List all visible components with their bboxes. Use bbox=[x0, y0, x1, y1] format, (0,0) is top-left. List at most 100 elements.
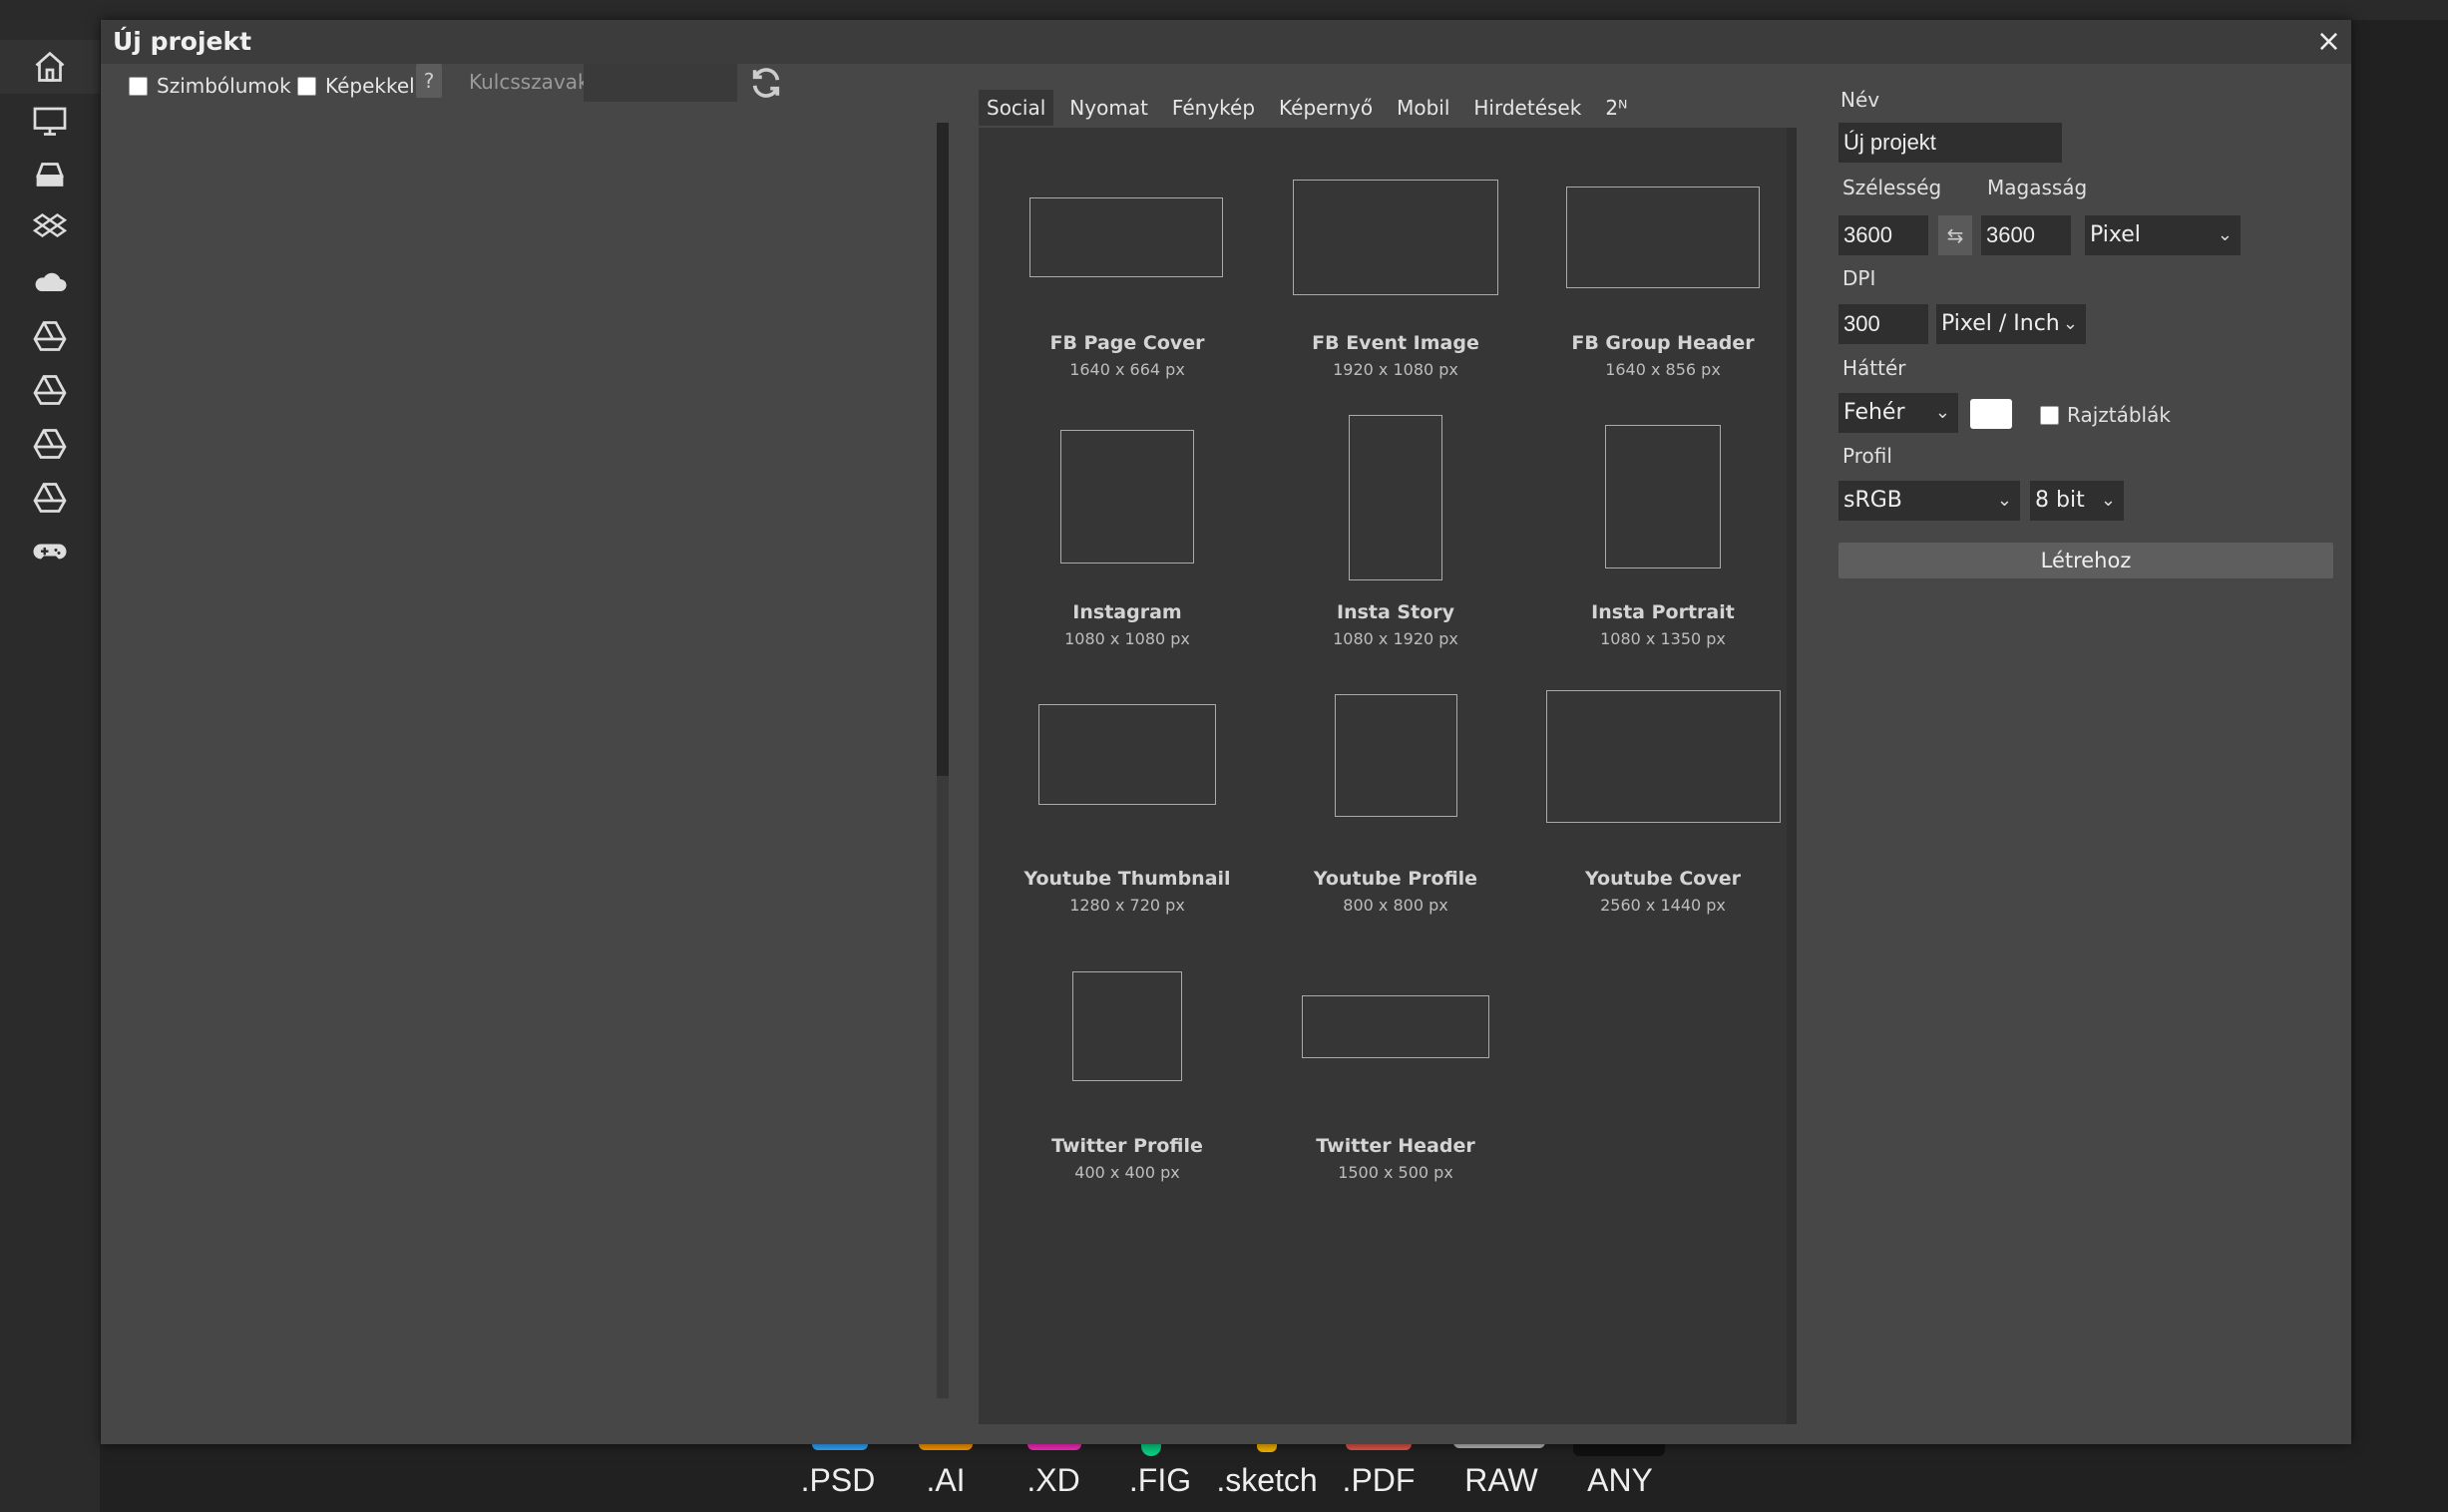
preset-name: Youtube Thumbnail bbox=[1023, 868, 1231, 890]
preset-grid-scrollbar[interactable] bbox=[1787, 128, 1797, 1424]
monitor-icon[interactable] bbox=[0, 94, 100, 148]
preset-frame bbox=[1029, 197, 1223, 277]
symbols-checkbox[interactable]: Szimbólumok bbox=[129, 74, 291, 98]
bit-depth-value: 8 bit bbox=[2035, 488, 2085, 513]
unit-select[interactable]: Pixel ⌄ bbox=[2085, 215, 2241, 255]
artboards-label: Rajztáblák bbox=[2067, 403, 2171, 427]
format-label: .PDF bbox=[1342, 1462, 1416, 1498]
tab-print[interactable]: Nyomat bbox=[1061, 90, 1156, 126]
file-format-strip: .PSD .AI .XD .FIG .sketch .PDF RAW ANY bbox=[0, 1442, 2448, 1512]
preset-frame bbox=[1335, 694, 1457, 817]
close-icon[interactable]: × bbox=[2316, 24, 2341, 59]
unit-value: Pixel bbox=[2090, 222, 2141, 247]
tab-mobile[interactable]: Mobil bbox=[1389, 90, 1457, 126]
format-label: ANY bbox=[1587, 1462, 1653, 1498]
preset-frame bbox=[1072, 971, 1182, 1081]
preset-twitter-header[interactable]: Twitter Header 1500 x 500 px bbox=[1262, 932, 1529, 1191]
google-drive-icon[interactable] bbox=[0, 417, 100, 471]
format-label: .FIG bbox=[1128, 1462, 1192, 1498]
artboards-checkbox[interactable]: Rajztáblák bbox=[2040, 403, 2171, 427]
chevron-down-icon: ⌄ bbox=[2100, 490, 2116, 511]
background-label: Háttér bbox=[1842, 356, 1906, 380]
profile-value: sRGB bbox=[1843, 488, 1902, 513]
background-select[interactable]: Fehér ⌄ bbox=[1838, 393, 1958, 433]
format-label: .sketch bbox=[1216, 1462, 1318, 1498]
preset-insta-story[interactable]: Insta Story 1080 x 1920 px bbox=[1262, 397, 1529, 656]
google-drive-icon[interactable] bbox=[0, 363, 100, 417]
chevron-down-icon: ⌄ bbox=[2062, 313, 2078, 334]
refresh-icon[interactable] bbox=[749, 66, 783, 100]
preset-name: Insta Story bbox=[1337, 601, 1454, 623]
height-input[interactable] bbox=[1981, 215, 2071, 255]
tab-screen[interactable]: Képernyő bbox=[1271, 90, 1381, 126]
preset-youtube-thumbnail[interactable]: Youtube Thumbnail 1280 x 720 px bbox=[994, 664, 1261, 924]
checkbox-box[interactable] bbox=[297, 76, 316, 96]
preset-name: FB Page Cover bbox=[1049, 332, 1205, 354]
google-drive-icon[interactable] bbox=[0, 471, 100, 525]
create-button[interactable]: Létrehoz bbox=[1838, 543, 2333, 578]
keywords-label: Kulcsszavak: bbox=[469, 70, 597, 94]
drive-icon[interactable] bbox=[0, 148, 100, 201]
preset-size: 1080 x 1080 px bbox=[1064, 629, 1190, 648]
swap-dimensions-button[interactable]: ⇆ bbox=[1938, 215, 1972, 255]
help-button[interactable]: ? bbox=[416, 64, 442, 98]
keywords-input[interactable] bbox=[584, 64, 737, 102]
preset-name: Twitter Header bbox=[1316, 1135, 1475, 1157]
onedrive-icon[interactable] bbox=[0, 255, 100, 309]
preset-name: Youtube Cover bbox=[1585, 868, 1741, 890]
preset-size: 1920 x 1080 px bbox=[1333, 360, 1458, 379]
checkbox-box[interactable] bbox=[2040, 405, 2059, 425]
background-color-swatch[interactable] bbox=[1970, 399, 2012, 429]
chevron-down-icon: ⌄ bbox=[2217, 224, 2233, 245]
name-label: Név bbox=[1840, 88, 1880, 112]
chevron-down-icon: ⌄ bbox=[1996, 490, 2012, 511]
with-images-checkbox[interactable]: Képekkel bbox=[297, 74, 415, 98]
preset-instagram[interactable]: Instagram 1080 x 1080 px bbox=[994, 397, 1261, 656]
with-images-label: Képekkel bbox=[325, 74, 415, 98]
preset-frame bbox=[1293, 180, 1498, 295]
scrollbar-thumb[interactable] bbox=[937, 123, 949, 776]
dpi-input[interactable] bbox=[1838, 304, 1928, 344]
template-list-scrollbar[interactable] bbox=[937, 123, 949, 1398]
tab-photo[interactable]: Fénykép bbox=[1164, 90, 1263, 126]
fig-logo-mark bbox=[1141, 1442, 1161, 1456]
preset-insta-portrait[interactable]: Insta Portrait 1080 x 1350 px bbox=[1529, 397, 1797, 656]
preset-size: 1080 x 1350 px bbox=[1600, 629, 1726, 648]
home-icon[interactable] bbox=[0, 40, 100, 94]
preset-name: Insta Portrait bbox=[1591, 601, 1735, 623]
preset-youtube-cover[interactable]: Youtube Cover 2560 x 1440 px bbox=[1529, 664, 1797, 924]
preset-fb-event-image[interactable]: FB Event Image 1920 x 1080 px bbox=[1262, 128, 1529, 387]
checkbox-box[interactable] bbox=[129, 76, 148, 96]
tab-power-of-two[interactable]: 2ᴺ bbox=[1597, 90, 1635, 126]
profile-select[interactable]: sRGB ⌄ bbox=[1838, 481, 2020, 521]
gamepad-icon[interactable] bbox=[0, 525, 100, 578]
preset-size: 400 x 400 px bbox=[1074, 1163, 1180, 1182]
preset-frame bbox=[1566, 187, 1760, 288]
format-label: .PSD bbox=[800, 1462, 876, 1498]
tab-ads[interactable]: Hirdetések bbox=[1465, 90, 1589, 126]
google-drive-icon[interactable] bbox=[0, 309, 100, 363]
preset-name: FB Event Image bbox=[1312, 332, 1479, 354]
tab-social[interactable]: Social bbox=[979, 90, 1054, 126]
dpi-unit-select[interactable]: Pixel / Inch ⌄ bbox=[1936, 304, 2086, 344]
preset-size: 1640 x 856 px bbox=[1605, 360, 1721, 379]
preset-fb-page-cover[interactable]: FB Page Cover 1640 x 664 px bbox=[994, 128, 1261, 387]
preset-size: 1500 x 500 px bbox=[1338, 1163, 1453, 1182]
bit-depth-select[interactable]: 8 bit ⌄ bbox=[2030, 481, 2124, 521]
profile-label: Profil bbox=[1842, 444, 1892, 468]
preset-size: 1080 x 1920 px bbox=[1333, 629, 1458, 648]
preset-fb-group-header[interactable]: FB Group Header 1640 x 856 px bbox=[1529, 128, 1797, 387]
width-label: Szélesség bbox=[1842, 176, 1942, 199]
width-input[interactable] bbox=[1838, 215, 1928, 255]
dpi-unit-value: Pixel / Inch bbox=[1941, 311, 2060, 336]
dropbox-icon[interactable] bbox=[0, 201, 100, 255]
preset-twitter-profile[interactable]: Twitter Profile 400 x 400 px bbox=[994, 932, 1261, 1191]
preset-size: 2560 x 1440 px bbox=[1600, 896, 1726, 915]
preset-frame bbox=[1605, 425, 1721, 568]
preset-tabs: Social Nyomat Fénykép Képernyő Mobil Hir… bbox=[979, 90, 1643, 126]
format-label: .AI bbox=[926, 1462, 966, 1498]
preset-size: 800 x 800 px bbox=[1343, 896, 1448, 915]
name-input[interactable] bbox=[1838, 123, 2062, 163]
preset-youtube-profile[interactable]: Youtube Profile 800 x 800 px bbox=[1262, 664, 1529, 924]
preset-frame bbox=[1060, 430, 1194, 564]
